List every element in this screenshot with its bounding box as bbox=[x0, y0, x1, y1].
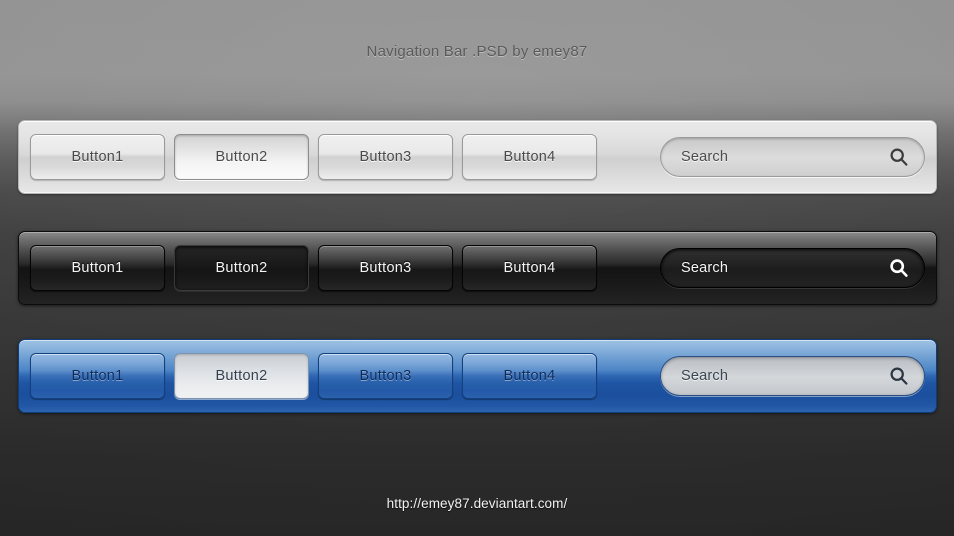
light-button-group: Button1 Button2 Button3 Button4 bbox=[30, 134, 597, 180]
button-label: Button2 bbox=[215, 149, 268, 165]
blue-button-2[interactable]: Button2 bbox=[174, 353, 309, 399]
dark-button-1[interactable]: Button1 bbox=[30, 245, 165, 291]
blue-button-4[interactable]: Button4 bbox=[462, 353, 597, 399]
page-title: Navigation Bar .PSD by emey87 bbox=[366, 43, 588, 60]
button-label: Button4 bbox=[503, 260, 556, 276]
button-label: Button3 bbox=[359, 368, 412, 384]
light-button-3[interactable]: Button3 bbox=[318, 134, 453, 180]
light-search-field[interactable] bbox=[660, 137, 925, 177]
light-search-input[interactable] bbox=[681, 149, 882, 165]
light-button-1[interactable]: Button1 bbox=[30, 134, 165, 180]
light-button-4[interactable]: Button4 bbox=[462, 134, 597, 180]
button-label: Button4 bbox=[503, 149, 556, 165]
blue-navigation-bar: Button1 Button2 Button3 Button4 bbox=[18, 339, 937, 413]
button-label: Button1 bbox=[71, 368, 124, 384]
search-icon[interactable] bbox=[888, 146, 910, 168]
button-label: Button1 bbox=[71, 149, 124, 165]
search-icon[interactable] bbox=[888, 257, 910, 279]
showcase-canvas: Navigation Bar .PSD by emey87 Button1 Bu… bbox=[0, 0, 954, 536]
blue-search-input[interactable] bbox=[681, 368, 882, 384]
button-label: Button4 bbox=[503, 368, 556, 384]
dark-navigation-bar: Button1 Button2 Button3 Button4 bbox=[18, 231, 937, 305]
dark-search-field[interactable] bbox=[660, 248, 925, 288]
button-label: Button1 bbox=[71, 260, 124, 276]
dark-search-input[interactable] bbox=[681, 260, 882, 276]
button-label: Button3 bbox=[359, 149, 412, 165]
blue-button-group: Button1 Button2 Button3 Button4 bbox=[30, 353, 597, 399]
light-button-2[interactable]: Button2 bbox=[174, 134, 309, 180]
footer-url: http://emey87.deviantart.com/ bbox=[386, 496, 568, 511]
dark-button-4[interactable]: Button4 bbox=[462, 245, 597, 291]
blue-button-1[interactable]: Button1 bbox=[30, 353, 165, 399]
dark-button-2[interactable]: Button2 bbox=[174, 245, 309, 291]
dark-button-group: Button1 Button2 Button3 Button4 bbox=[30, 245, 597, 291]
button-label: Button3 bbox=[359, 260, 412, 276]
button-label: Button2 bbox=[215, 368, 268, 384]
blue-button-3[interactable]: Button3 bbox=[318, 353, 453, 399]
search-icon[interactable] bbox=[888, 365, 910, 387]
button-label: Button2 bbox=[215, 260, 268, 276]
blue-search-field[interactable] bbox=[660, 356, 925, 396]
dark-button-3[interactable]: Button3 bbox=[318, 245, 453, 291]
light-navigation-bar: Button1 Button2 Button3 Button4 bbox=[18, 120, 937, 194]
